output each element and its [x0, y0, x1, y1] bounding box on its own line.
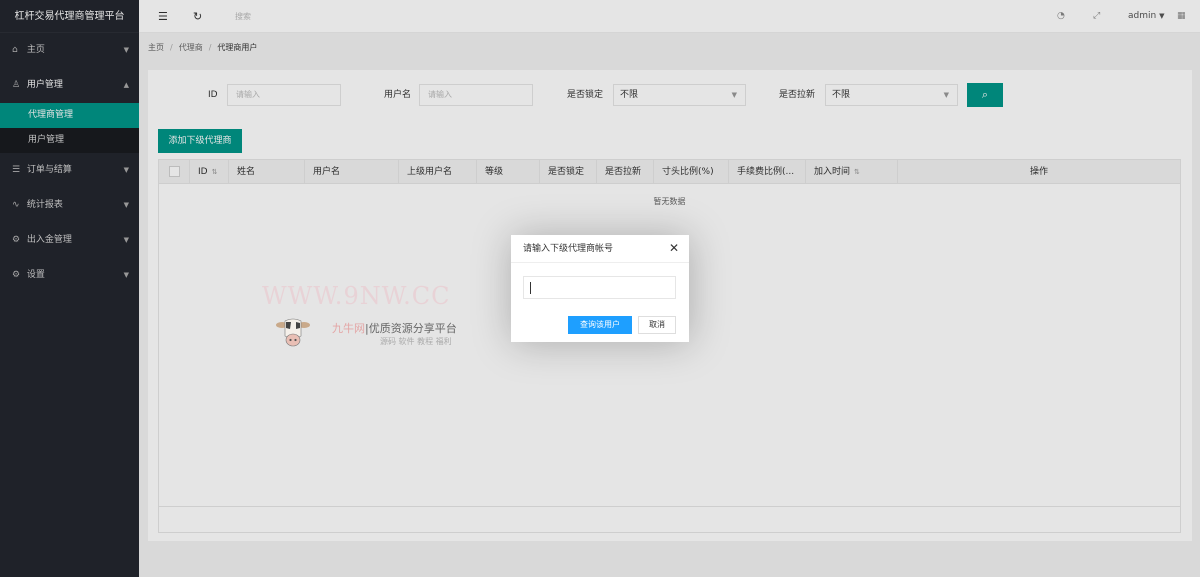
- watermark-title-highlight: 九牛网: [332, 322, 365, 335]
- cancel-button[interactable]: 取消: [638, 316, 676, 334]
- sub-agent-dialog: 请输入下级代理商帐号 ✕ 查询该用户 取消: [511, 235, 689, 342]
- close-icon[interactable]: ✕: [669, 241, 679, 255]
- query-user-button[interactable]: 查询该用户: [568, 316, 632, 334]
- dialog-title: 请输入下级代理商帐号: [511, 235, 689, 263]
- watermark: WWW.9NW.CC 九牛网|优质资源分享平台 源码 软件 教程 福利: [262, 282, 482, 352]
- watermark-title-text: 优质资源分享平台: [368, 322, 457, 335]
- watermark-subtitle: 源码 软件 教程 福利: [380, 337, 452, 346]
- agent-account-input[interactable]: [523, 276, 676, 299]
- cow-logo-icon: [276, 318, 310, 347]
- watermark-title: 九牛网|优质资源分享平台: [332, 322, 457, 335]
- watermark-url: WWW.9NW.CC: [262, 282, 451, 310]
- text-cursor: [530, 282, 531, 294]
